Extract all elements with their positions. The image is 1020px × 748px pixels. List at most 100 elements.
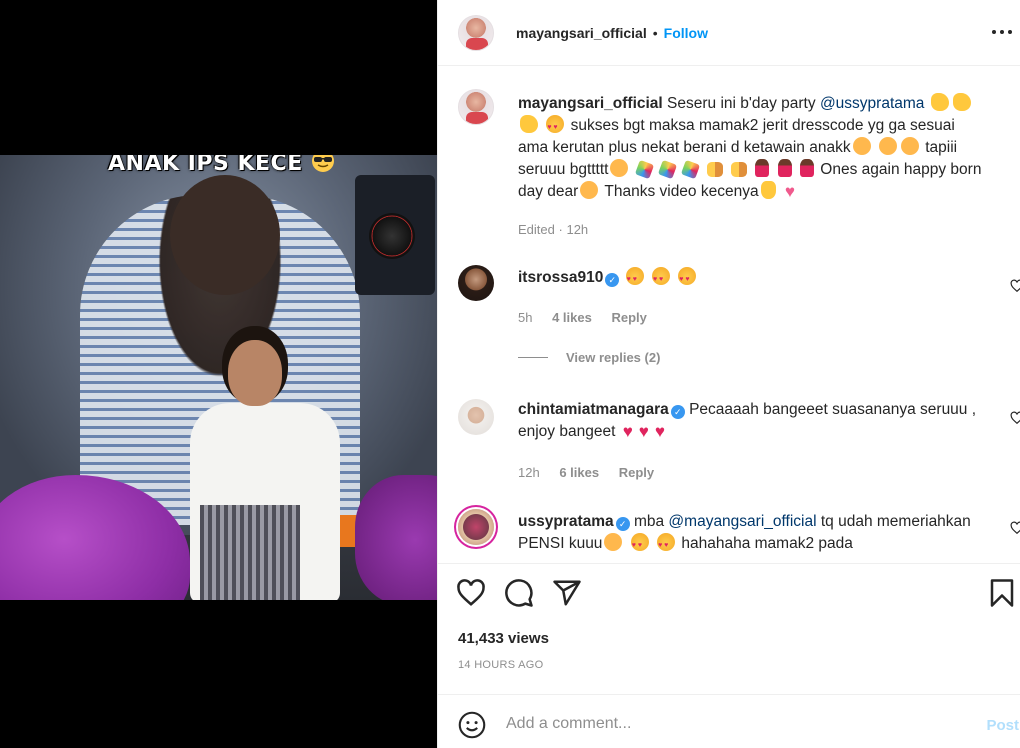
party-popper-emoji-icon bbox=[634, 159, 654, 180]
view-replies-line bbox=[518, 357, 548, 358]
couple-emoji-icon bbox=[731, 162, 748, 177]
party-popper-emoji-icon bbox=[657, 159, 678, 180]
comment-username[interactable]: itsrossa910 bbox=[518, 269, 603, 286]
view-replies-button[interactable]: View replies (2) bbox=[518, 350, 660, 365]
post-media[interactable]: ANAK IPS KECE bbox=[0, 0, 437, 748]
verified-badge-icon: ✓ bbox=[670, 405, 685, 419]
heart-emoji-icon: ♥ bbox=[784, 182, 795, 201]
commenter-avatar[interactable] bbox=[458, 265, 494, 301]
dancer-emoji-icon bbox=[755, 159, 770, 177]
comment-meta: 12h 6 likes Reply bbox=[518, 465, 670, 480]
view-count[interactable]: 41,433 views bbox=[458, 630, 549, 647]
caption-author-avatar[interactable] bbox=[458, 89, 494, 125]
action-bar bbox=[438, 563, 1020, 623]
comment-body-3: hahahaha mamak2 pada bbox=[681, 535, 853, 552]
caption-mention[interactable]: @ussypratama bbox=[820, 95, 924, 112]
author-avatar[interactable] bbox=[458, 14, 494, 51]
screen-figure-head bbox=[170, 175, 280, 295]
emoji-picker-icon[interactable] bbox=[458, 711, 486, 739]
comment-body-1: mba bbox=[633, 513, 665, 530]
header-separator: • bbox=[652, 24, 658, 41]
red-heart-emoji-icon: ♥ bbox=[638, 422, 649, 441]
like-comment-icon[interactable] bbox=[1010, 411, 1020, 425]
follow-button[interactable]: Follow bbox=[664, 25, 708, 41]
heart-eyes-emoji-icon bbox=[546, 115, 565, 139]
like-comment-icon[interactable] bbox=[1010, 521, 1020, 535]
audience-balloon-right bbox=[355, 475, 437, 600]
overlay-caption-text: ANAK IPS KECE bbox=[108, 155, 303, 176]
comment-time[interactable]: 5h bbox=[518, 310, 532, 325]
caption-edited: Edited bbox=[518, 222, 555, 237]
caption-username[interactable]: mayangsari_official bbox=[518, 95, 663, 112]
clap-emoji-icon bbox=[930, 93, 949, 111]
commenter-avatar[interactable] bbox=[458, 509, 494, 545]
couple-emoji-icon bbox=[706, 162, 723, 177]
post-comment-button[interactable]: Post bbox=[986, 717, 1019, 734]
caption-text-1: Seseru ini b'day party bbox=[667, 95, 816, 112]
comment-bubble-icon[interactable] bbox=[504, 578, 534, 608]
comment-meta: 5h 4 likes Reply bbox=[518, 310, 663, 325]
comment-item: chintamiatmanagara ✓ Pecaaaah bangeeet su… bbox=[458, 399, 1020, 480]
smiling-hearts-emoji-icon bbox=[610, 159, 629, 177]
heart-eyes-emoji-icon bbox=[630, 533, 649, 557]
party-popper-emoji-icon bbox=[681, 159, 701, 180]
comment-time[interactable]: 12h bbox=[518, 465, 540, 480]
post-header: mayangsari_official • Follow bbox=[438, 0, 1020, 66]
singer-head bbox=[228, 340, 282, 406]
post-timestamp[interactable]: 14 HOURS AGO bbox=[458, 659, 544, 671]
comment-item: ussypratama ✓ mba @mayangsari_official tq… bbox=[458, 509, 1020, 562]
more-options-icon[interactable] bbox=[991, 24, 1013, 35]
comment-text: ussypratama ✓ mba @mayangsari_official tq… bbox=[518, 511, 988, 557]
save-bookmark-icon[interactable] bbox=[987, 578, 1017, 608]
red-heart-emoji-icon: ♥ bbox=[654, 422, 665, 441]
dancer-emoji-icon bbox=[799, 159, 814, 177]
comment-reply-button[interactable]: Reply bbox=[611, 310, 646, 325]
caption-meta: Edited · 12h bbox=[518, 222, 604, 237]
comment-text: itsrossa910 ✓ bbox=[518, 267, 988, 291]
verified-badge-icon: ✓ bbox=[615, 517, 630, 531]
heart-eyes-emoji-icon bbox=[657, 533, 676, 557]
comment-item: itsrossa910✓ 5h 4 likes Reply bbox=[458, 265, 1020, 335]
like-comment-icon[interactable] bbox=[1010, 279, 1020, 293]
comments-list[interactable]: mayangsari_official Seseru ini b'day par… bbox=[438, 67, 1020, 562]
tears-of-joy-emoji-icon bbox=[604, 533, 623, 551]
heart-eyes-emoji-icon bbox=[625, 267, 644, 291]
caption-time[interactable]: 12h bbox=[566, 222, 588, 237]
comment-likes[interactable]: 4 likes bbox=[552, 310, 592, 325]
comment-text: chintamiatmanagara ✓ Pecaaaah bangeeet su… bbox=[518, 399, 988, 443]
video-player[interactable]: ANAK IPS KECE bbox=[0, 155, 437, 600]
comment-username[interactable]: chintamiatmanagara bbox=[518, 401, 669, 418]
comment-username[interactable]: ussypratama bbox=[518, 513, 614, 530]
heart-eyes-emoji-icon bbox=[678, 267, 697, 291]
caption-text-5: Thanks video kecenya bbox=[604, 183, 759, 200]
camera-silhouette bbox=[355, 175, 435, 295]
author-username[interactable]: mayangsari_official bbox=[516, 25, 647, 41]
verified-badge-icon: ✓ bbox=[605, 273, 620, 287]
comment-input[interactable] bbox=[506, 709, 946, 739]
loudly-crying-emoji-icon bbox=[852, 137, 871, 155]
post-caption: mayangsari_official Seseru ini b'day par… bbox=[458, 89, 1018, 249]
post-dialog: ANAK IPS KECE mayangsari_official • Foll… bbox=[0, 0, 1020, 748]
sunglasses-emoji-icon bbox=[311, 155, 334, 172]
hugging-emoji-icon bbox=[580, 181, 599, 199]
dancer-emoji-icon bbox=[777, 159, 792, 177]
rofl-emoji-icon bbox=[878, 137, 897, 155]
caption-text: mayangsari_official Seseru ini b'day par… bbox=[518, 93, 988, 203]
heart-eyes-emoji-icon bbox=[651, 267, 670, 291]
add-comment-bar: Post bbox=[438, 694, 1020, 748]
caption-dot: · bbox=[558, 222, 563, 237]
commenter-avatar[interactable] bbox=[458, 399, 494, 435]
video-overlay-caption: ANAK IPS KECE bbox=[108, 155, 335, 176]
like-heart-icon[interactable] bbox=[456, 578, 486, 608]
clap-emoji-icon bbox=[952, 93, 971, 111]
share-paper-plane-icon[interactable] bbox=[552, 578, 582, 608]
red-heart-emoji-icon: ♥ bbox=[622, 422, 633, 441]
rofl-emoji-icon bbox=[900, 137, 919, 155]
post-panel: mayangsari_official • Follow mayangsari_… bbox=[437, 0, 1020, 748]
view-replies-label: View replies (2) bbox=[566, 350, 661, 365]
comment-likes[interactable]: 6 likes bbox=[559, 465, 599, 480]
comment-mention[interactable]: @mayangsari_official bbox=[668, 513, 816, 530]
thumbs-up-emoji-icon bbox=[760, 181, 776, 199]
comment-reply-button[interactable]: Reply bbox=[619, 465, 654, 480]
clap-emoji-icon bbox=[520, 115, 538, 133]
